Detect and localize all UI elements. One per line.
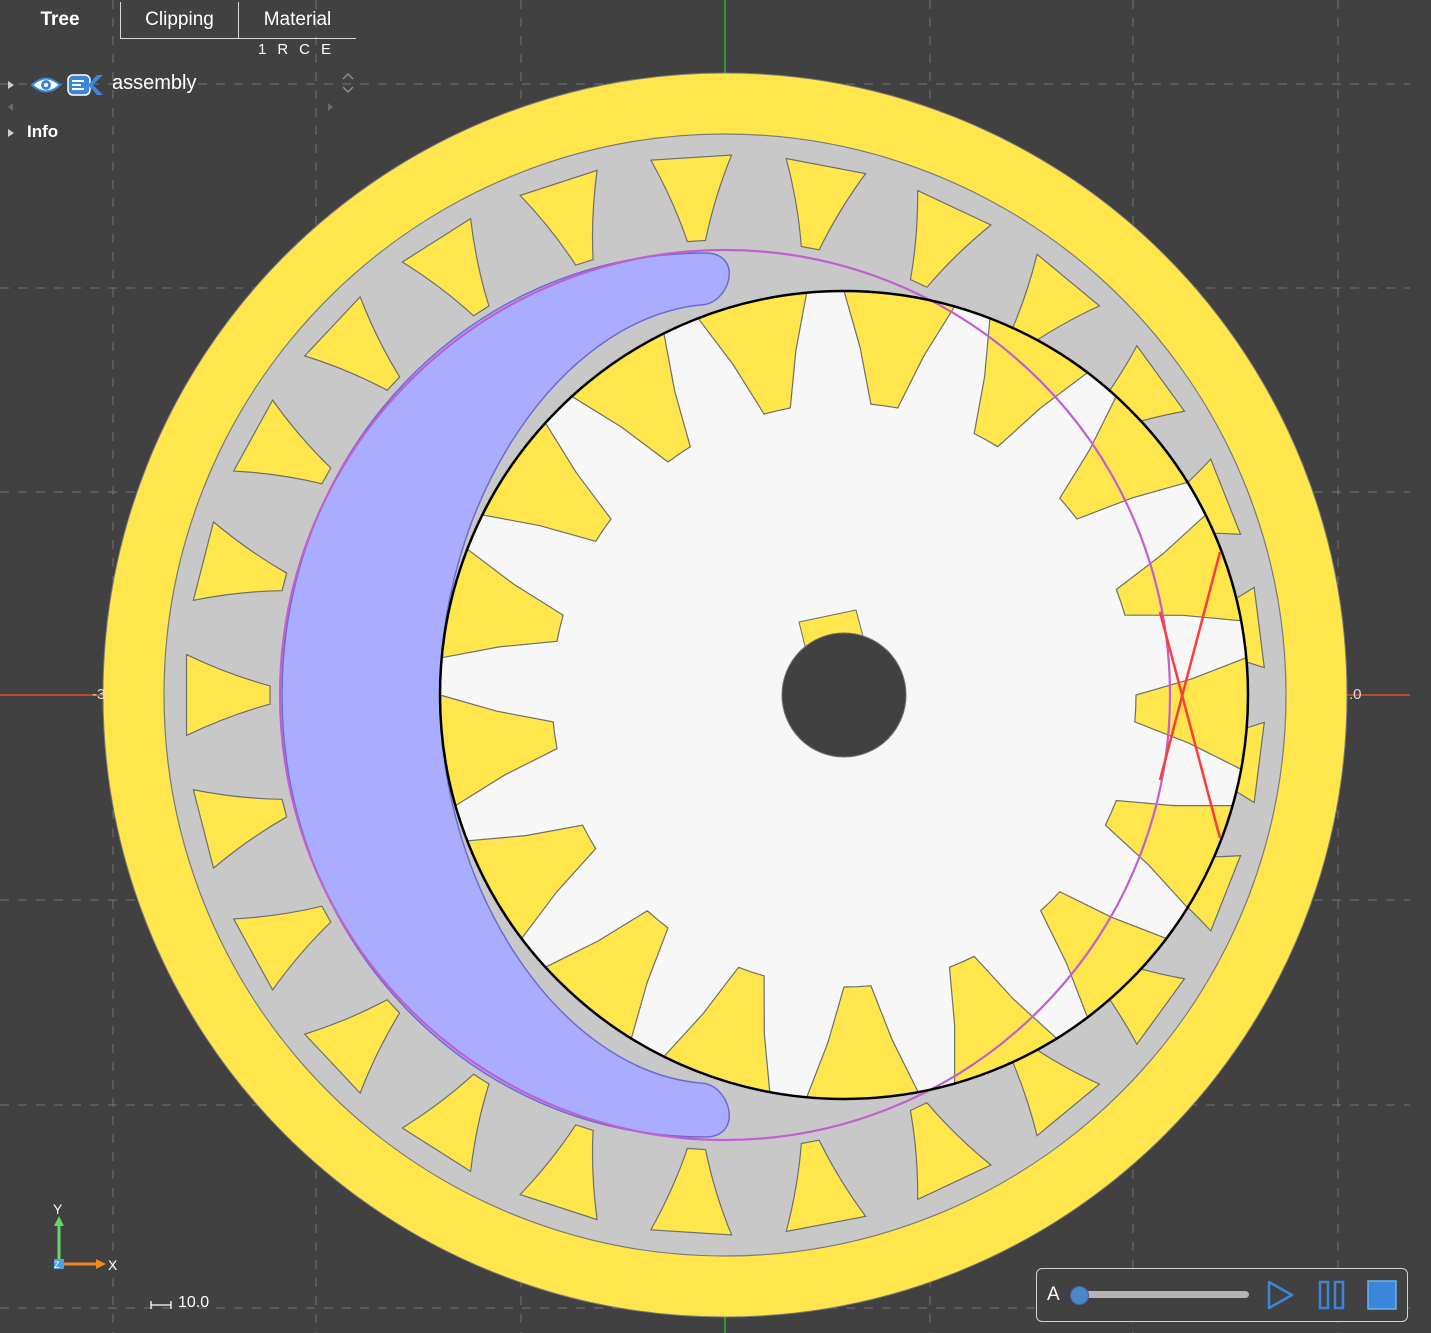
expand-assembly-icon[interactable] xyxy=(8,81,14,89)
animation-slider-thumb[interactable] xyxy=(1070,1286,1089,1305)
expand-info-icon[interactable] xyxy=(8,129,14,137)
animation-control: A xyxy=(1036,1268,1408,1322)
tree-node-assembly[interactable]: assembly xyxy=(112,72,196,95)
tab-underline xyxy=(120,38,356,39)
axis-x-label: X xyxy=(108,1257,118,1273)
animation-label: A xyxy=(1047,1284,1060,1305)
view-letters[interactable]: 1RCE xyxy=(258,41,342,58)
eye-icon[interactable] xyxy=(30,73,62,97)
gear-pump-model[interactable] xyxy=(102,72,1348,1318)
tab-tree[interactable]: Tree xyxy=(0,0,120,38)
pause-icon[interactable] xyxy=(1317,1280,1347,1310)
horizontal-scroll-arrows[interactable] xyxy=(4,100,344,114)
scale-value: 10.0 xyxy=(178,1294,210,1311)
animation-slider[interactable] xyxy=(1079,1291,1249,1298)
panel-tabs: Tree Clipping Material xyxy=(0,0,356,40)
shape-icon[interactable] xyxy=(67,73,105,97)
shaft-hole xyxy=(781,632,907,758)
axis-tick-left: -3 xyxy=(92,686,106,703)
axis-tick-right: .0 xyxy=(1349,686,1362,703)
tab-clipping[interactable]: Clipping xyxy=(121,0,238,38)
scale-bar-icon xyxy=(150,1301,172,1309)
axis-z-label: Z xyxy=(54,1260,60,1270)
axis-orientation-indicator: Y X Z xyxy=(53,1201,118,1273)
play-icon[interactable] xyxy=(1265,1280,1295,1310)
tab-material[interactable]: Material xyxy=(239,0,356,38)
axis-y-label: Y xyxy=(53,1201,63,1217)
stop-icon[interactable] xyxy=(1367,1280,1397,1310)
info-section-label[interactable]: Info xyxy=(27,122,58,142)
cad-viewport[interactable] xyxy=(0,0,1431,1333)
scroll-arrows-icon[interactable] xyxy=(340,70,356,96)
